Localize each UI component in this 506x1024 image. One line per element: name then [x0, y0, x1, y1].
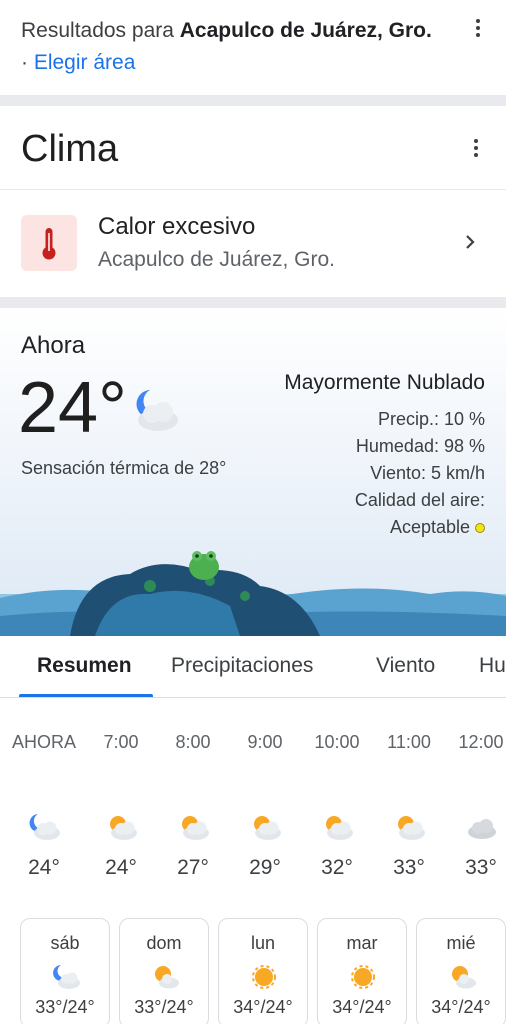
hour-temp: 32° — [321, 856, 353, 879]
current-weather: Ahora 24° Sensación térmica de 28° Mayor… — [0, 308, 506, 636]
hour-temp: 24° — [28, 856, 60, 879]
thermometer-icon — [21, 215, 77, 271]
weather-tabs: Resumen Precipitaciones Viento Hu — [0, 636, 506, 698]
partly-sunny-icon — [110, 816, 137, 840]
day-name: mié — [446, 933, 476, 953]
tab-precipitaciones[interactable]: Precipitaciones — [171, 654, 313, 678]
daily-forecast: sáb 33°/24° dom 33°/24° lun 34°/24° mar — [0, 918, 506, 1024]
hourly-forecast: AHORA 24° 7:00 24° 8:00 27° 9:00 29° 10:… — [0, 720, 506, 900]
air-quality-value: Aceptable — [390, 517, 485, 538]
precipitation: Precip.: 10 % — [377, 409, 485, 429]
day-card[interactable]: mié 34°/24° — [416, 918, 506, 1024]
landscape-illustration — [0, 551, 506, 636]
sunny-icon — [252, 965, 276, 989]
condition: Mayormente Nublado — [284, 371, 485, 394]
card-title: Clima — [21, 128, 119, 170]
alert-title: Calor excesivo — [98, 213, 256, 240]
air-quality-text: Aceptable — [389, 517, 470, 537]
results-header: Resultados para Acapulco de Juárez, Gro.… — [0, 0, 506, 95]
sunny-icon — [351, 965, 375, 989]
alert-location: Acapulco de Juárez, Gro. — [98, 248, 335, 271]
hour-time: AHORA — [11, 732, 76, 752]
results-location: Acapulco de Juárez, Gro. — [179, 19, 432, 42]
day-card[interactable]: dom 33°/24° — [119, 918, 209, 1024]
hour-temp: 29° — [249, 856, 281, 879]
card-more-options-icon[interactable] — [464, 136, 488, 160]
hour-time: 12:00 — [458, 732, 504, 752]
air-quality-dot — [475, 523, 485, 533]
day-range: 34°/24° — [431, 997, 491, 1017]
weather-card-header: Clima — [0, 106, 506, 190]
section-divider — [0, 95, 506, 106]
day-name: lun — [250, 933, 276, 953]
results-separator: · — [21, 51, 34, 74]
partly-sunny-icon — [326, 816, 353, 840]
day-card[interactable]: mar 34°/24° — [317, 918, 407, 1024]
tab-humedad[interactable]: Hu — [479, 654, 506, 678]
change-area-link[interactable]: Elegir área — [34, 51, 136, 74]
tab-resumen[interactable]: Resumen — [37, 654, 132, 678]
day-name: sáb — [50, 933, 80, 953]
day-card[interactable]: lun 34°/24° — [218, 918, 308, 1024]
night-partly-cloudy-icon — [29, 814, 60, 840]
day-range: 33°/24° — [134, 997, 194, 1017]
day-range: 34°/24° — [332, 997, 392, 1017]
results-text: Resultados para Acapulco de Juárez, Gro.… — [21, 15, 441, 79]
now-label: Ahora — [21, 332, 86, 359]
day-name: dom — [146, 933, 182, 953]
day-range: 33°/24° — [35, 997, 95, 1017]
wind: Viento: 5 km/h — [370, 463, 485, 483]
hour-time: 9:00 — [247, 732, 283, 752]
section-divider — [0, 297, 506, 308]
partly-sunny-icon — [254, 816, 281, 840]
partly-sunny-icon — [398, 816, 425, 840]
hour-time: 10:00 — [314, 732, 360, 752]
tab-viento[interactable]: Viento — [376, 654, 435, 678]
chevron-right-icon — [466, 235, 475, 249]
partly-sunny-icon — [452, 966, 476, 989]
air-quality-label: Calidad del aire: — [354, 490, 485, 510]
day-card[interactable]: sáb 33°/24° — [20, 918, 110, 1024]
heat-alert[interactable]: Calor excesivo Acapulco de Juárez, Gro. — [0, 191, 506, 297]
hour-time: 7:00 — [103, 732, 139, 752]
day-range: 34°/24° — [233, 997, 293, 1017]
current-temperature: 24° — [18, 368, 127, 448]
active-tab-indicator — [19, 694, 153, 697]
day-name: mar — [346, 933, 378, 953]
hour-time: 11:00 — [387, 732, 431, 752]
night-partly-cloudy-icon — [136, 390, 178, 431]
hour-temp: 27° — [177, 856, 209, 879]
feels-like: Sensación térmica de 28° — [21, 458, 227, 478]
humidity: Humedad: 98 % — [355, 436, 485, 456]
results-prefix: Resultados para — [21, 19, 180, 42]
night-partly-cloudy-icon — [53, 965, 80, 989]
cloudy-icon — [468, 819, 496, 839]
hour-temp: 33° — [393, 856, 425, 879]
partly-sunny-icon — [182, 816, 209, 840]
hour-temp: 24° — [105, 856, 137, 879]
partly-sunny-icon — [155, 966, 179, 989]
hour-temp: 33° — [465, 856, 497, 879]
more-options-icon[interactable] — [466, 16, 490, 40]
hour-time: 8:00 — [175, 732, 211, 752]
